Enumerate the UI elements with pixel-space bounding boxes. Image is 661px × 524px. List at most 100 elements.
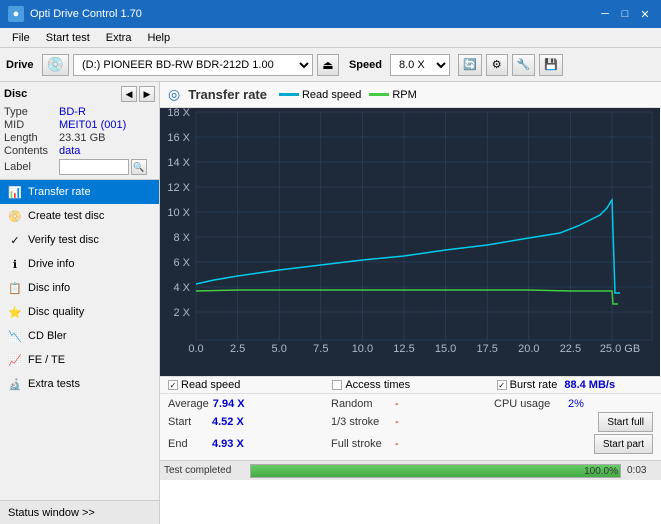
disc-next-btn[interactable]: ▶ (139, 86, 155, 102)
burst-rate-checkbox-item: Burst rate 88.4 MB/s (497, 379, 653, 391)
read-speed-checkbox[interactable] (168, 380, 178, 390)
svg-text:20.0: 20.0 (518, 343, 539, 355)
refresh-button[interactable]: 🔄 (458, 54, 482, 76)
menu-file[interactable]: File (4, 30, 38, 46)
read-speed-legend: Read speed (279, 89, 361, 101)
svg-text:14 X: 14 X (167, 157, 190, 169)
menu-extra[interactable]: Extra (98, 30, 140, 46)
nav-fe-te[interactable]: 📈 FE / TE (0, 348, 159, 372)
average-value: 7.94 X (213, 398, 253, 410)
stroke13-label: 1/3 stroke (331, 416, 391, 428)
toolbar: Drive 💿 (D:) PIONEER BD-RW BDR-212D 1.00… (0, 48, 661, 82)
burst-rate-checkbox[interactable] (497, 380, 507, 390)
drive-label: Drive (6, 59, 34, 71)
nav-disc-quality[interactable]: ⭐ Disc quality (0, 300, 159, 324)
nav-transfer-rate-label: Transfer rate (28, 186, 91, 198)
close-button[interactable]: ✕ (637, 6, 653, 22)
nav-create-test-label: Create test disc (28, 210, 104, 222)
cd-bler-icon: 📉 (8, 329, 22, 343)
length-key: Length (4, 132, 59, 144)
svg-text:6 X: 6 X (173, 257, 190, 269)
rpm-legend-label: RPM (392, 89, 416, 101)
speed-label: Speed (349, 59, 382, 71)
svg-text:17.5: 17.5 (476, 343, 497, 355)
start-part-col: Start part (494, 434, 653, 454)
start-full-button[interactable]: Start full (598, 412, 653, 432)
full-stroke-value: - (395, 438, 425, 450)
svg-text:4 X: 4 X (173, 282, 190, 294)
drive-info-icon: ℹ (8, 257, 22, 271)
drive-select[interactable]: (D:) PIONEER BD-RW BDR-212D 1.00 (73, 54, 313, 76)
label-input[interactable] (59, 159, 129, 175)
full-stroke-label: Full stroke (331, 438, 391, 450)
svg-text:2.5: 2.5 (230, 343, 245, 355)
progress-percent: 100.0% (584, 466, 618, 477)
settings-button1[interactable]: ⚙ (486, 54, 508, 76)
nav-disc-info[interactable]: 📋 Disc info (0, 276, 159, 300)
contents-key: Contents (4, 145, 59, 157)
progress-time: 0:03 (627, 465, 657, 476)
svg-text:2 X: 2 X (173, 307, 190, 319)
verify-test-icon: ✓ (8, 233, 22, 247)
settings-button2[interactable]: 🔧 (512, 54, 536, 76)
cpu-value: 2% (568, 398, 598, 410)
titlebar: ● Opti Drive Control 1.70 ─ □ ✕ (0, 0, 661, 28)
svg-text:8 X: 8 X (173, 232, 190, 244)
svg-text:25.0 GB: 25.0 GB (600, 343, 640, 355)
read-speed-legend-color (279, 93, 299, 96)
disc-quality-icon: ⭐ (8, 305, 22, 319)
eject-button[interactable]: ⏏ (317, 54, 339, 76)
progress-bar-container: Test completed 100.0% 0:03 (160, 460, 661, 480)
random-label: Random (331, 398, 391, 410)
svg-text:5.0: 5.0 (272, 343, 287, 355)
nav-transfer-rate[interactable]: 📊 Transfer rate (0, 180, 159, 204)
speed-select[interactable]: 8.0 X (390, 54, 450, 76)
length-value: 23.31 GB (59, 132, 105, 144)
maximize-button[interactable]: □ (617, 6, 633, 22)
save-button[interactable]: 💾 (539, 54, 563, 76)
stats-panel: Average 7.94 X Random - CPU usage 2% Sta… (160, 393, 661, 460)
end-value: 4.93 X (212, 438, 252, 450)
svg-text:0.0: 0.0 (188, 343, 203, 355)
nav-drive-info-label: Drive info (28, 258, 74, 270)
status-window-button[interactable]: Status window >> (0, 500, 159, 524)
stats-row-2: Start 4.52 X 1/3 stroke - Start full (168, 412, 653, 432)
transfer-rate-icon: 📊 (8, 185, 22, 199)
disc-prev-btn[interactable]: ◀ (121, 86, 137, 102)
svg-text:10.0: 10.0 (352, 343, 373, 355)
chart-area: ◎ Transfer rate Read speed RPM (160, 82, 661, 524)
extra-tests-icon: 🔬 (8, 377, 22, 391)
nav-disc-quality-label: Disc quality (28, 306, 84, 318)
menu-help[interactable]: Help (139, 30, 178, 46)
chart-title: Transfer rate (188, 87, 267, 102)
start-part-button[interactable]: Start part (594, 434, 653, 454)
nav-verify-test-label: Verify test disc (28, 234, 99, 246)
burst-rate-value: 88.4 MB/s (564, 379, 615, 391)
app-icon: ● (8, 6, 24, 22)
nav-extra-tests[interactable]: 🔬 Extra tests (0, 372, 159, 396)
minimize-button[interactable]: ─ (597, 6, 613, 22)
read-speed-checkbox-label: Read speed (181, 379, 240, 391)
sidebar: Disc ◀ ▶ Type BD-R MID MEIT01 (001) Leng… (0, 82, 160, 524)
nav-drive-info[interactable]: ℹ Drive info (0, 252, 159, 276)
average-col: Average 7.94 X (168, 398, 327, 410)
svg-text:16 X: 16 X (167, 132, 190, 144)
stroke13-col: 1/3 stroke - (331, 416, 490, 428)
chart-legend: Read speed RPM (279, 89, 417, 101)
drive-icon-btn[interactable]: 💿 (42, 54, 69, 76)
mid-key: MID (4, 119, 59, 131)
main-content: Disc ◀ ▶ Type BD-R MID MEIT01 (001) Leng… (0, 82, 661, 524)
contents-value: data (59, 145, 80, 157)
status-window-label: Status window >> (8, 507, 95, 519)
nav-extra-tests-label: Extra tests (28, 378, 80, 390)
chart-header: ◎ Transfer rate Read speed RPM (160, 82, 661, 108)
menu-start-test[interactable]: Start test (38, 30, 98, 46)
rpm-legend: RPM (369, 89, 416, 101)
nav-verify-test-disc[interactable]: ✓ Verify test disc (0, 228, 159, 252)
label-action-btn[interactable]: 🔍 (131, 159, 147, 175)
access-times-checkbox[interactable] (332, 380, 342, 390)
nav-cd-bler[interactable]: 📉 CD Bler (0, 324, 159, 348)
nav-create-test-disc[interactable]: 📀 Create test disc (0, 204, 159, 228)
chart-svg: 18 X 16 X 14 X 12 X 10 X 8 X 6 X 4 X 2 X… (160, 108, 660, 376)
checkbox-row: Read speed Access times Burst rate 88.4 … (160, 376, 661, 393)
